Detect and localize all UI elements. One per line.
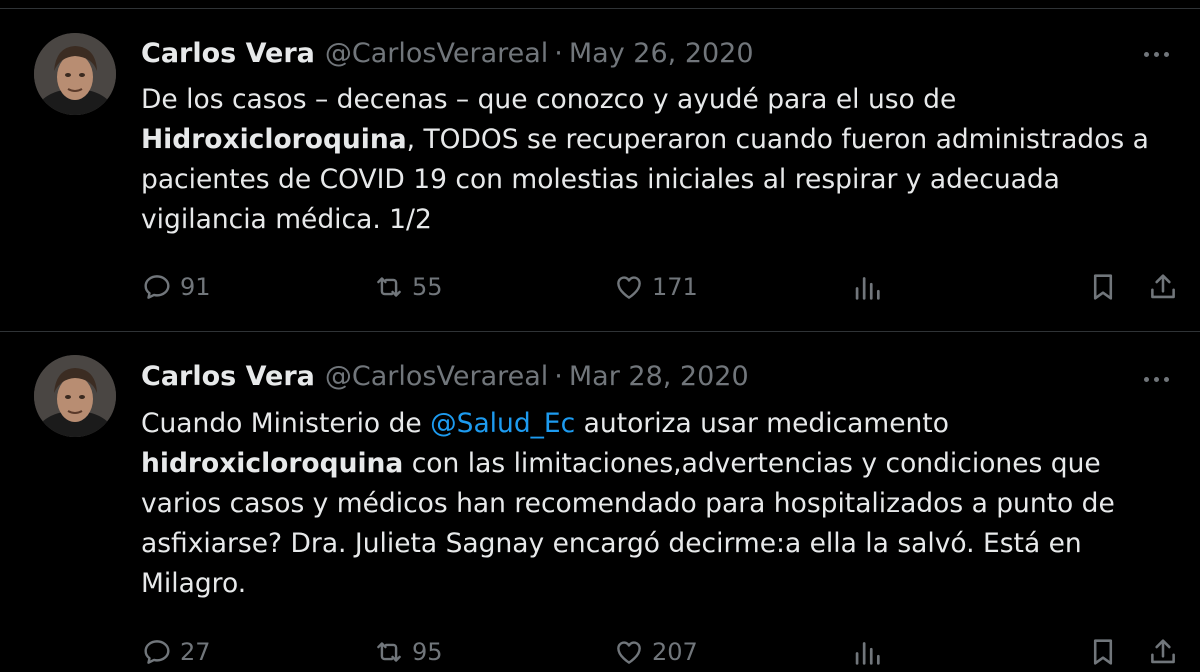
reply-button[interactable]: 91 — [140, 267, 211, 307]
retweet-button[interactable]: 95 — [372, 632, 443, 672]
meta-separator: · — [554, 37, 563, 69]
tweet-actions: 27 95 207 — [0, 632, 1200, 672]
heart-icon — [617, 276, 641, 299]
meta-separator: · — [554, 360, 563, 392]
reply-count: 27 — [180, 638, 211, 666]
avatar[interactable] — [34, 355, 116, 437]
share-button[interactable] — [1146, 632, 1180, 672]
tweet-meta: @CarlosVerareal · Mar 28, 2020 — [325, 361, 749, 392]
tweet[interactable]: Carlos Vera @CarlosVerareal · Mar 28, 2020… — [0, 332, 1200, 670]
tweet-date[interactable]: Mar 28, 2020 — [569, 361, 749, 392]
author-handle[interactable]: @CarlosVerareal — [325, 38, 548, 69]
reply-icon — [144, 640, 170, 664]
tweet-text-bold: Hidroxicloroquina — [141, 124, 407, 155]
views-icon — [855, 642, 880, 665]
views-icon — [855, 277, 880, 300]
tweet-text-part: Cuando Ministerio de — [141, 408, 431, 439]
like-button[interactable]: 171 — [612, 267, 698, 307]
more-icon[interactable] — [1136, 39, 1176, 69]
retweet-count: 95 — [412, 638, 443, 666]
share-icon — [1151, 639, 1175, 664]
like-count: 171 — [652, 273, 698, 301]
heart-icon — [617, 641, 641, 664]
avatar[interactable] — [34, 33, 116, 115]
mention-link[interactable]: @Salud_Ec — [430, 408, 575, 439]
tweet[interactable]: Carlos Vera @CarlosVerareal · May 26, 2020… — [0, 9, 1200, 332]
author-handle[interactable]: @CarlosVerareal — [325, 361, 548, 392]
retweet-count: 55 — [412, 273, 443, 301]
retweet-icon — [377, 642, 401, 662]
share-button[interactable] — [1146, 267, 1180, 307]
bookmark-button[interactable] — [1086, 632, 1120, 672]
bookmark-icon — [1093, 274, 1113, 300]
reply-button[interactable]: 27 — [140, 632, 211, 672]
tweet-text: De los casos – decenas – que conozco y a… — [141, 80, 1181, 240]
tweet-date[interactable]: May 26, 2020 — [569, 38, 754, 69]
tweet-text: Cuando Ministerio de @Salud_Ec autoriza … — [141, 404, 1181, 604]
views-button[interactable] — [850, 632, 884, 672]
tweet-text-part: De los casos – decenas – que conozco y a… — [141, 84, 957, 115]
tweet-meta: @CarlosVerareal · May 26, 2020 — [325, 38, 754, 69]
author-name[interactable]: Carlos Vera — [141, 38, 315, 69]
bookmark-button[interactable] — [1086, 267, 1120, 307]
more-icon[interactable] — [1136, 364, 1176, 394]
author-name[interactable]: Carlos Vera — [141, 361, 315, 392]
tweet-header: Carlos Vera @CarlosVerareal · Mar 28, 2020 — [141, 356, 749, 396]
reply-count: 91 — [180, 273, 211, 301]
tweet-text-bold: hidroxicloroquina — [141, 448, 404, 479]
share-icon — [1151, 274, 1175, 299]
retweet-button[interactable]: 55 — [372, 267, 443, 307]
bookmark-icon — [1093, 639, 1113, 665]
tweet-actions: 91 55 171 — [0, 267, 1200, 307]
tweet-text-part: autoriza usar medicamento — [575, 408, 949, 439]
views-button[interactable] — [850, 267, 884, 307]
retweet-icon — [377, 277, 401, 297]
reply-icon — [144, 275, 170, 299]
like-count: 207 — [652, 638, 698, 666]
like-button[interactable]: 207 — [612, 632, 698, 672]
tweet-header: Carlos Vera @CarlosVerareal · May 26, 2020 — [141, 33, 754, 73]
